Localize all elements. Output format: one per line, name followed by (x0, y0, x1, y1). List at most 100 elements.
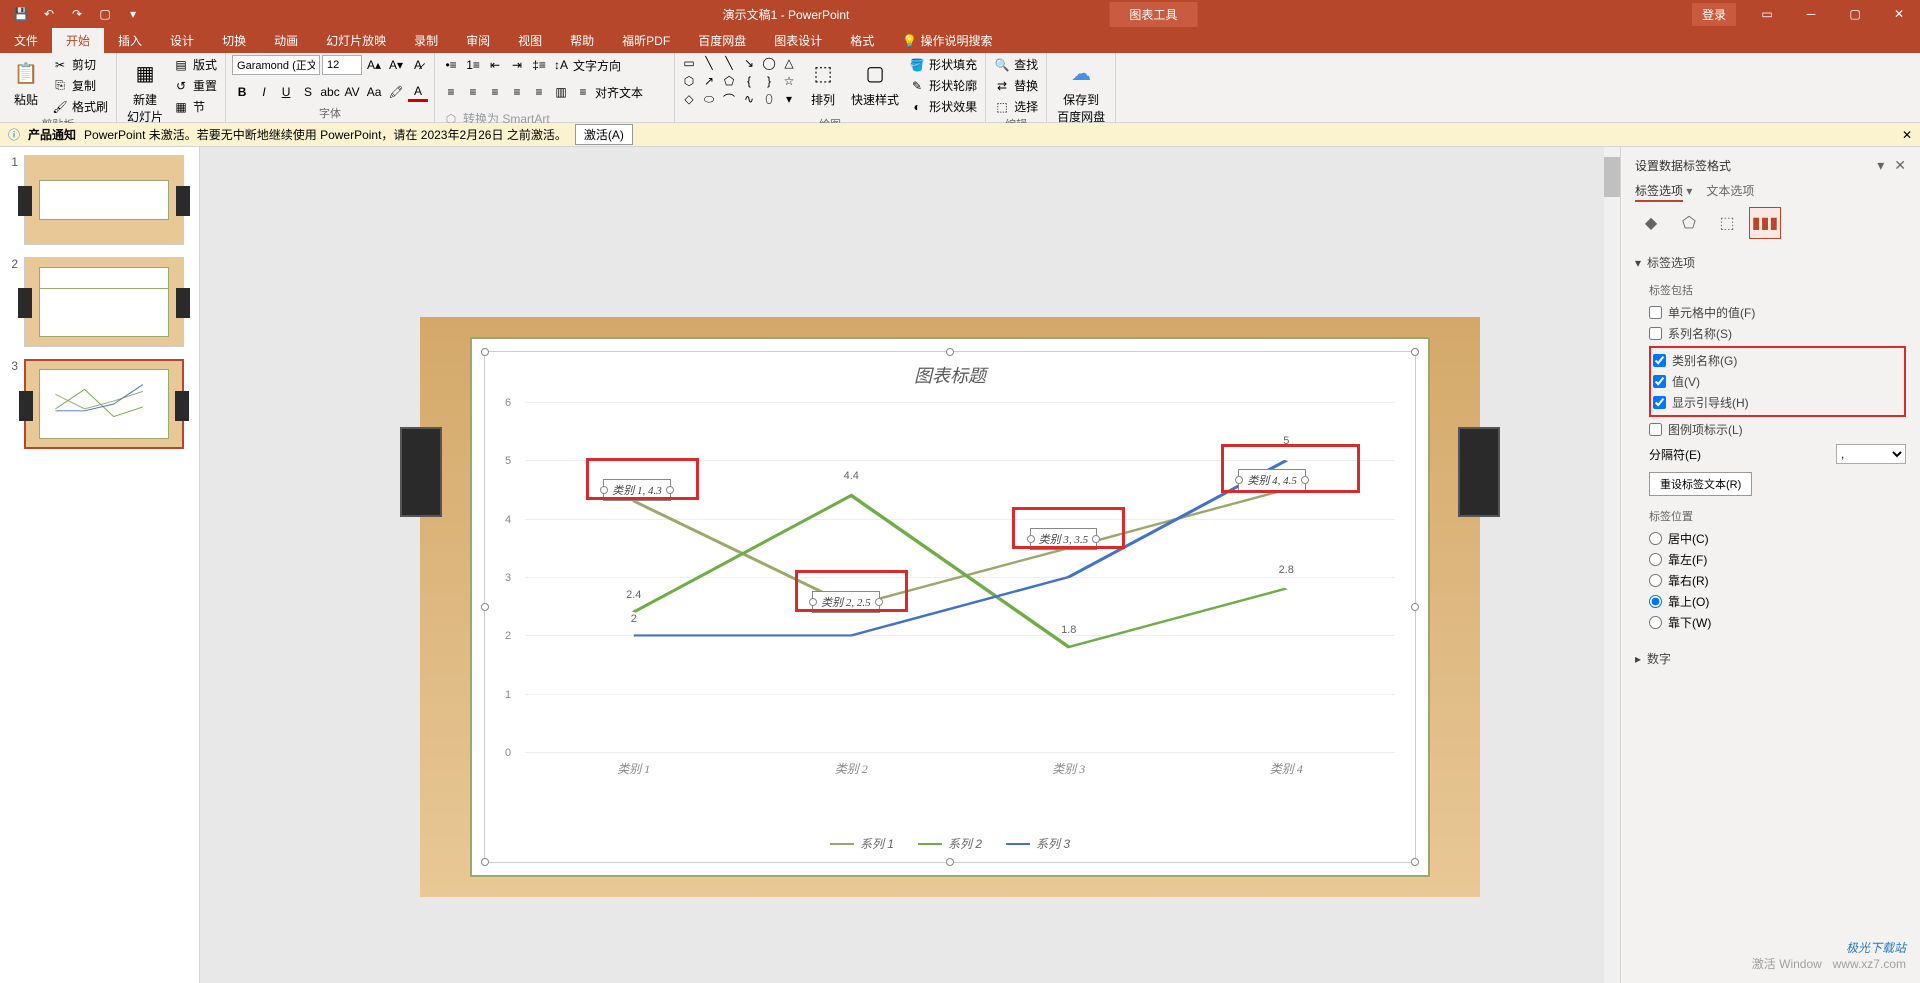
save-icon[interactable]: 💾 (12, 5, 30, 23)
cut-button[interactable]: ✂剪切 (50, 55, 110, 74)
align-right-icon[interactable]: ≡ (485, 82, 505, 102)
font-color-icon[interactable]: A (408, 82, 428, 102)
notify-close-icon[interactable]: ✕ (1902, 128, 1912, 142)
shape-line-icon[interactable]: ╲ (701, 55, 717, 71)
vertical-scrollbar[interactable] (1604, 147, 1620, 983)
data-label[interactable]: 1.8 (1061, 624, 1076, 636)
shape-line2-icon[interactable]: ╲ (721, 55, 737, 71)
check-legend-key[interactable]: 图例项标示(L) (1649, 419, 1906, 440)
tab-chart-design[interactable]: 图表设计 (760, 28, 836, 53)
check-leader-lines[interactable]: 显示引导线(H) (1653, 392, 1902, 413)
shape-icon[interactable]: ↗ (701, 73, 717, 89)
pane-close-icon[interactable]: ✕ (1894, 157, 1906, 174)
selection-handle[interactable] (1411, 603, 1419, 611)
check-cell-value[interactable]: 单元格中的值(F) (1649, 302, 1906, 323)
arrange-button[interactable]: ⬚排列 (803, 55, 843, 110)
slide-thumbnail-1[interactable] (24, 155, 184, 245)
shape-outline-button[interactable]: ✎形状轮廓 (907, 76, 979, 95)
paste-button[interactable]: 📋 粘贴 (6, 55, 46, 110)
tab-baidu[interactable]: 百度网盘 (684, 28, 760, 53)
slideshow-icon[interactable]: ▢ (96, 5, 114, 23)
font-name-select[interactable] (232, 55, 320, 75)
columns-icon[interactable]: ▥ (551, 82, 571, 102)
legend-item[interactable]: 系列 2 (918, 835, 982, 852)
check-value[interactable]: 值(V) (1653, 371, 1902, 392)
shape-icon[interactable]: { (741, 73, 757, 89)
login-button[interactable]: 登录 (1692, 3, 1736, 26)
data-label[interactable]: 2.4 (626, 589, 641, 601)
tab-record[interactable]: 录制 (400, 28, 452, 53)
chart-object[interactable]: 图表标题 6 5 4 3 2 1 0 类别 1 类别 2 类别 3 (484, 351, 1416, 863)
radio-below[interactable]: 靠下(W) (1649, 612, 1906, 633)
shape-icon[interactable]: ☆ (781, 73, 797, 89)
shape-rect-icon[interactable]: ▭ (681, 55, 697, 71)
slide-canvas[interactable]: 图表标题 6 5 4 3 2 1 0 类别 1 类别 2 类别 3 (420, 317, 1480, 897)
section-label-options[interactable]: ▾ 标签选项 (1635, 251, 1906, 274)
check-category-name[interactable]: 类别名称(G) (1653, 350, 1902, 371)
tab-transition[interactable]: 切换 (208, 28, 260, 53)
distribute-icon[interactable]: ≡ (529, 82, 549, 102)
align-center-icon[interactable]: ≡ (463, 82, 483, 102)
bullets-icon[interactable]: •≡ (441, 55, 461, 75)
check-series-name[interactable]: 系列名称(S) (1649, 323, 1906, 344)
tab-design[interactable]: 设计 (156, 28, 208, 53)
radio-center[interactable]: 居中(C) (1649, 528, 1906, 549)
selection-handle[interactable] (1411, 858, 1419, 866)
pane-tab-label-options[interactable]: 标签选项 ▾ (1635, 182, 1692, 199)
shape-icon[interactable]: ⬠ (721, 73, 737, 89)
tab-tellme[interactable]: 💡 操作说明搜索 (888, 28, 1006, 53)
selection-handle[interactable] (481, 603, 489, 611)
shadow-icon[interactable]: abc (320, 82, 340, 102)
shapes-gallery[interactable]: ▭╲╲↘◯△ ⬡↗⬠{}☆ ◇⬭⌒∿⬯▾ (681, 55, 799, 107)
tab-foxit[interactable]: 福昕PDF (608, 28, 684, 53)
text-direction-button[interactable]: ↕A文字方向 (551, 56, 623, 75)
shape-arrow-icon[interactable]: ↘ (741, 55, 757, 71)
tab-animation[interactable]: 动画 (260, 28, 312, 53)
shape-icon[interactable]: ⬭ (701, 91, 717, 107)
shape-fill-button[interactable]: 🪣形状填充 (907, 55, 979, 74)
chart-legend[interactable]: 系列 1 系列 2 系列 3 (830, 835, 1070, 852)
tab-help[interactable]: 帮助 (556, 28, 608, 53)
scroll-thumb[interactable] (1604, 157, 1620, 197)
data-label[interactable]: 2.8 (1279, 564, 1294, 576)
selection-handle[interactable] (1411, 348, 1419, 356)
reset-label-text-button[interactable]: 重设标签文本(R) (1649, 472, 1752, 496)
selection-handle[interactable] (946, 858, 954, 866)
new-slide-button[interactable]: ▦ 新建 幻灯片 (123, 55, 167, 127)
spacing-icon[interactable]: AV (342, 82, 362, 102)
pane-dropdown-icon[interactable]: ▾ (1877, 157, 1884, 174)
replace-button[interactable]: ⇄替换 (992, 76, 1040, 95)
legend-item[interactable]: 系列 1 (830, 835, 894, 852)
redo-icon[interactable]: ↷ (68, 5, 86, 23)
radio-left[interactable]: 靠左(F) (1649, 549, 1906, 570)
minimize-icon[interactable]: ─ (1790, 0, 1832, 28)
undo-icon[interactable]: ↶ (40, 5, 58, 23)
data-label[interactable]: 4.4 (844, 470, 859, 482)
tab-home[interactable]: 开始 (52, 28, 104, 53)
slide-thumbnail-3[interactable] (24, 359, 184, 449)
clear-format-icon[interactable]: A̷ (408, 55, 428, 75)
tab-review[interactable]: 审阅 (452, 28, 504, 53)
selection-handle[interactable] (481, 858, 489, 866)
shape-more-icon[interactable]: ▾ (781, 91, 797, 107)
effects-icon[interactable]: ⬠ (1673, 207, 1705, 239)
select-button[interactable]: ⬚选择 (992, 97, 1040, 116)
tab-view[interactable]: 视图 (504, 28, 556, 53)
font-size-select[interactable] (322, 55, 362, 75)
italic-icon[interactable]: I (254, 82, 274, 102)
section-button[interactable]: ▦节 (171, 97, 219, 116)
tab-insert[interactable]: 插入 (104, 28, 156, 53)
series-2-line[interactable] (634, 495, 1287, 647)
chart-plot-area[interactable]: 6 5 4 3 2 1 0 类别 1 类别 2 类别 3 类别 4 (525, 402, 1395, 752)
indent-icon[interactable]: ⇥ (507, 55, 527, 75)
format-painter-button[interactable]: 🖌格式刷 (50, 97, 110, 116)
radio-above[interactable]: 靠上(O) (1649, 591, 1906, 612)
slide-thumbnail-panel[interactable]: 1 2 3 (0, 147, 200, 983)
shape-icon[interactable]: ⌒ (721, 91, 737, 107)
shape-oval-icon[interactable]: ◯ (761, 55, 777, 71)
find-button[interactable]: 🔍查找 (992, 55, 1040, 74)
pane-tab-text-options[interactable]: 文本选项 (1706, 182, 1754, 199)
copy-button[interactable]: ⎘复制 (50, 76, 110, 95)
align-text-button[interactable]: ≡对齐文本 (573, 83, 645, 102)
justify-icon[interactable]: ≡ (507, 82, 527, 102)
